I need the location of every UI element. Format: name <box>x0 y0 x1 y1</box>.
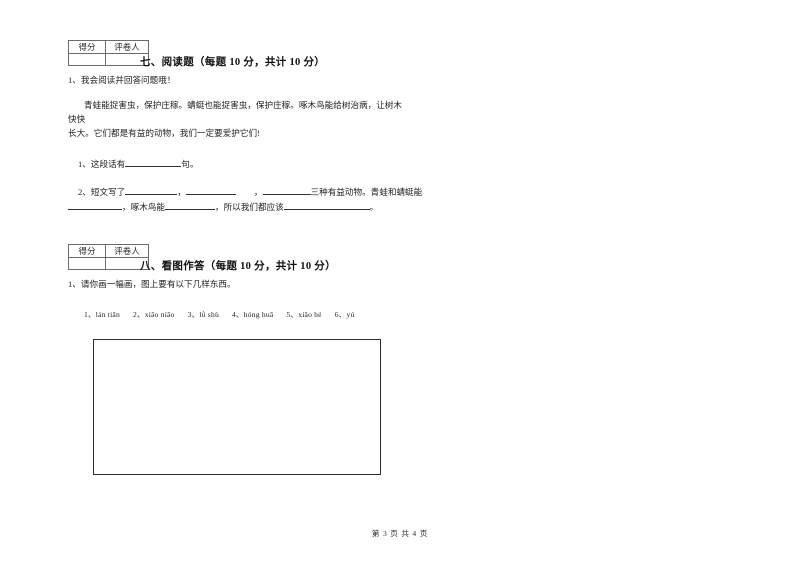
passage-line-1: 青蛙能捉害虫，保护庄稼。蜻蜓也能捉害虫，保护庄稼。啄木鸟能给树治病，让树木快快 <box>68 100 402 124</box>
answer-blank[interactable] <box>125 185 178 195</box>
question-2-suffix: 三种有益动物。青蛙和蜻蜓能 <box>310 187 423 197</box>
list-item: 1、lán tiān <box>84 310 120 319</box>
drawing-answer-box[interactable] <box>93 339 381 475</box>
question-1-suffix: 句。 <box>181 159 199 169</box>
table-row <box>68 53 149 66</box>
question-2-line2-mid-1: ，啄木鸟能 <box>122 202 165 212</box>
grader-label: 评卷人 <box>105 244 149 258</box>
question-2-prefix: 2、短文写了 <box>78 187 126 197</box>
answer-blank[interactable] <box>125 157 182 167</box>
list-item: 5、xiǎo hé <box>286 310 322 319</box>
section-eight-title: 八、看图作答（每题 10 分，共计 10 分） <box>140 261 336 272</box>
answer-blank[interactable] <box>185 185 236 195</box>
page-content: 得分 评卷人 七、阅读题（每题 10 分，共计 10 分） 1、我会阅读并回答问… <box>68 40 422 475</box>
answer-blank[interactable] <box>68 200 122 210</box>
score-value-cell[interactable] <box>68 257 106 270</box>
reading-question-1: 1、这段话有 句。 <box>68 157 413 171</box>
question-2-line2-mid-2: ，所以我们都应该 <box>214 202 284 212</box>
table-row <box>68 257 149 270</box>
section-seven-header: 得分 评卷人 七、阅读题（每题 10 分，共计 10 分） <box>68 40 413 70</box>
question-1-prefix: 1、这段话有 <box>78 159 126 169</box>
reading-question-2-line-1: 2、短文写了 ， ， 三种有益动物。青蛙和蜻蜓能 <box>68 185 422 199</box>
list-item: 6、yú <box>334 310 355 319</box>
score-box-eight: 得分 评卷人 <box>68 244 149 270</box>
table-row: 得分 评卷人 <box>68 40 149 54</box>
pinyin-item-list: 1、lán tiān 2、xiǎo niǎo 3、lǜ shù 4、hóng huā 5… <box>68 309 413 321</box>
grader-label: 评卷人 <box>105 40 149 54</box>
exam-page: 得分 评卷人 七、阅读题（每题 10 分，共计 10 分） 1、我会阅读并回答问… <box>0 0 800 565</box>
passage-line-2: 长大。它们都是有益的动物，我们一定要爱护它们! <box>68 128 260 138</box>
section-seven-prompt: 1、我会阅读并回答问题哦！ <box>68 75 176 85</box>
list-item: 2、xiǎo niǎo <box>132 310 175 319</box>
reading-question-2-line-2: ，啄木鸟能 ，所以我们都应该 。 <box>68 200 413 214</box>
question-2-line2-suffix: 。 <box>369 202 379 212</box>
score-box-seven: 得分 评卷人 <box>68 40 149 66</box>
reading-passage: 青蛙能捉害虫，保护庄稼。蜻蜓也能捉害虫，保护庄稼。啄木鸟能给树治病，让树木快快长… <box>68 98 410 140</box>
score-table: 得分 评卷人 <box>68 40 149 66</box>
list-item: 4、hóng huā <box>231 310 274 319</box>
question-2-mid-2: ， <box>253 187 263 197</box>
answer-blank[interactable] <box>283 200 370 210</box>
score-value-cell[interactable] <box>68 53 106 66</box>
score-table: 得分 评卷人 <box>68 244 149 270</box>
score-label: 得分 <box>68 244 106 258</box>
table-row: 得分 评卷人 <box>68 244 149 258</box>
answer-blank[interactable] <box>262 185 311 195</box>
list-item: 3、lǜ shù <box>187 310 219 319</box>
score-label: 得分 <box>68 40 106 54</box>
answer-blank[interactable] <box>164 200 215 210</box>
question-2-mid-1: ， <box>177 187 186 197</box>
page-footer: 第 3 页 共 4 页 <box>371 529 429 538</box>
section-eight-header: 得分 评卷人 八、看图作答（每题 10 分，共计 10 分） <box>68 244 413 274</box>
section-seven-title: 七、阅读题（每题 10 分，共计 10 分） <box>140 57 326 68</box>
section-eight-prompt: 1、请你画一幅画，图上要有以下几样东西。 <box>68 279 236 289</box>
